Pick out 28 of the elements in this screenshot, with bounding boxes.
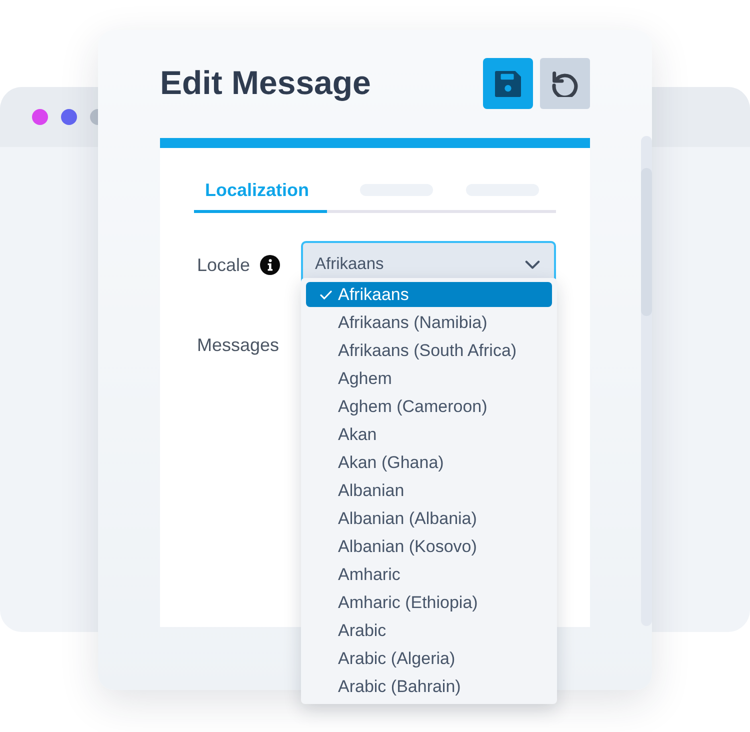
- dropdown-option[interactable]: Albanian (Albania): [306, 506, 552, 531]
- dropdown-option[interactable]: Arabic (Bahrain): [306, 674, 552, 699]
- dropdown-option[interactable]: Amharic (Ethiopia): [306, 590, 552, 615]
- save-button[interactable]: [483, 58, 533, 109]
- window-control-icon[interactable]: [32, 109, 48, 125]
- reset-arrow-icon: [552, 70, 578, 96]
- locale-label: Locale: [197, 254, 250, 276]
- dropdown-option[interactable]: Arabic: [306, 618, 552, 643]
- checkmark-icon: [320, 290, 332, 300]
- scrollbar-thumb[interactable]: [641, 168, 652, 316]
- dropdown-option[interactable]: Albanian: [306, 478, 552, 503]
- chevron-down-icon: [525, 260, 540, 270]
- messages-label: Messages: [197, 334, 280, 356]
- dropdown-option[interactable]: Afrikaans (South Africa): [306, 338, 552, 363]
- dropdown-option[interactable]: Afrikaans: [306, 282, 552, 307]
- dropdown-option[interactable]: Aghem (Cameroon): [306, 394, 552, 419]
- info-icon[interactable]: [260, 254, 280, 274]
- dropdown-option[interactable]: Arabic (Algeria): [306, 646, 552, 671]
- dropdown-option[interactable]: Aghem: [306, 366, 552, 391]
- scrollbar[interactable]: [641, 136, 652, 626]
- dialog-title: Edit Message: [160, 65, 371, 102]
- dropdown-option[interactable]: Albanian (Kosovo): [306, 534, 552, 559]
- dropdown-option[interactable]: Amharic: [306, 562, 552, 587]
- reset-button[interactable]: [540, 58, 590, 109]
- dropdown-option[interactable]: Afrikaans (Namibia): [306, 310, 552, 335]
- dropdown-option[interactable]: Akan (Ghana): [306, 450, 552, 475]
- dropdown-option[interactable]: Akan: [306, 422, 552, 447]
- window-control-icon[interactable]: [61, 109, 77, 125]
